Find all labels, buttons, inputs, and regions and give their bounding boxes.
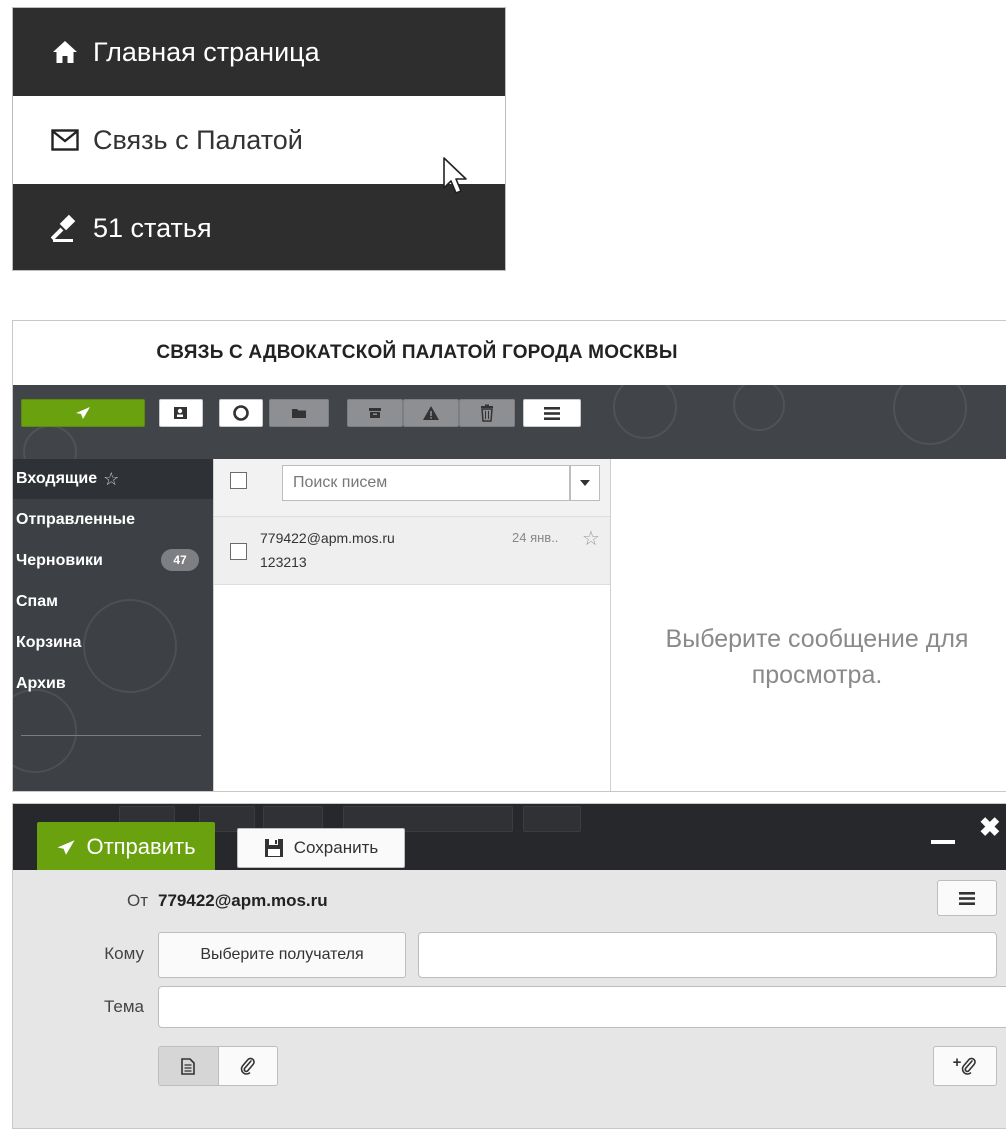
from-label: От [126,891,148,910]
unread-count-badge: 47 [161,549,199,571]
select-all-checkbox[interactable] [230,472,247,489]
spam-warning-icon [423,406,439,420]
folder-label: Отправленные [16,510,135,528]
folder-sidebar: Входящие ☆ Отправленные Черновики 47 Спа… [13,459,213,791]
empty-preview-line: просмотра. [751,661,883,689]
add-attachment-button[interactable]: + [933,1046,997,1086]
to-label: Кому [104,944,144,963]
message-list: Поиск писем 779422@apm.mos.ru 123213 24 … [213,459,611,791]
paperclip-icon [962,1057,977,1075]
message-row[interactable]: 779422@apm.mos.ru 123213 24 янв.. ☆ [214,517,610,585]
star-icon: ☆ [103,468,120,489]
send-button[interactable]: Отправить [37,822,215,870]
empty-preview-line: Выберите сообщение для [665,625,969,653]
search-options-button[interactable] [570,465,600,501]
paperclip-icon [240,1057,255,1075]
mail-client: СВЯЗЬ С АДВОКАТСКОЙ ПАЛАТОЙ ГОРОДА МОСКВ… [12,320,1006,792]
subject-input[interactable] [158,986,1006,1028]
delete-button[interactable] [459,399,515,427]
format-toggle [158,1046,278,1086]
to-input[interactable] [418,932,997,978]
folder-label: Входящие [16,470,98,487]
folder-icon [292,409,306,418]
site-nav-menu: Главная страница Связь с Палатой 51 стат… [12,7,506,271]
refresh-button[interactable] [219,399,263,427]
message-list-header: Поиск писем [214,459,610,517]
mouse-cursor-icon [443,157,467,194]
compose-header: Отправить Сохранить ✖ [13,804,1006,870]
spam-button[interactable] [403,399,459,427]
options-menu-button[interactable] [937,880,997,916]
minimize-button[interactable] [931,840,955,844]
floppy-disk-icon [264,839,283,857]
send-button-label: Отправить [86,834,196,859]
folder-label: Черновики [16,551,103,569]
nav-item-article-51[interactable]: 51 статья [13,184,505,270]
chevron-down-icon [580,480,590,486]
background-decoration [613,385,677,439]
folder-label: Архив [16,674,66,692]
search-input[interactable]: Поиск писем [282,465,570,501]
empty-preview-message: Выберите сообщение для просмотра. [617,621,1006,693]
folder-trash[interactable]: Корзина [13,622,213,663]
folder-sent[interactable]: Отправленные [13,499,213,540]
more-menu-button[interactable] [523,399,581,427]
message-subject: 123213 [260,554,307,570]
background-decoration [23,425,77,459]
menu-icon [544,406,560,420]
mail-toolbar [13,385,1006,459]
background-decoration [733,385,785,431]
folder-spam[interactable]: Спам [13,581,213,622]
contacts-icon [174,407,187,419]
folder-archive[interactable]: Архив [13,663,213,704]
from-value: 779422@apm.mos.ru [158,891,328,910]
background-toolbar-button [523,806,581,832]
message-checkbox[interactable] [230,543,247,560]
folder-inbox[interactable]: Входящие ☆ [13,459,213,499]
archive-button[interactable] [347,399,403,427]
plain-text-button[interactable] [159,1047,219,1085]
message-date: 24 янв.. [512,530,559,545]
contacts-button[interactable] [159,399,203,427]
send-icon [76,407,90,419]
trash-icon [481,404,493,422]
background-decoration [893,385,967,445]
subject-label: Тема [103,997,144,1016]
close-button[interactable]: ✖ [979,812,1001,843]
nav-item-label: 51 статья [93,212,212,243]
document-icon [181,1057,196,1075]
nav-item-label: Главная страница [93,36,320,67]
folder-label: Корзина [16,633,82,651]
message-sender: 779422@apm.mos.ru [260,530,395,546]
compose-window: Отправить Сохранить ✖ От 779422@apm.mos.… [12,803,1006,1129]
refresh-icon [233,405,249,421]
gavel-icon [51,214,79,242]
home-icon [51,38,79,66]
move-button[interactable] [269,399,329,427]
envelope-icon [51,126,79,154]
plus-icon: + [952,1053,962,1071]
folder-drafts[interactable]: Черновики 47 [13,540,213,581]
compose-form: От 779422@apm.mos.ru Кому Выберите получ… [13,870,1006,1128]
nav-item-contact[interactable]: Связь с Палатой [13,96,505,184]
folder-label: Спам [16,592,58,610]
archive-icon [369,408,381,418]
compose-button[interactable] [21,399,145,427]
mail-title: СВЯЗЬ С АДВОКАТСКОЙ ПАЛАТОЙ ГОРОДА МОСКВ… [156,342,678,363]
sidebar-divider [21,735,201,736]
nav-item-label: Связь с Палатой [93,124,303,155]
attachment-mode-button[interactable] [218,1047,277,1085]
choose-recipient-button[interactable]: Выберите получателя [158,932,406,978]
send-icon [57,839,75,855]
save-button[interactable]: Сохранить [237,828,405,868]
menu-icon [959,891,975,905]
save-button-label: Сохранить [293,838,379,857]
nav-item-home[interactable]: Главная страница [13,8,505,96]
star-icon[interactable]: ☆ [582,526,600,551]
